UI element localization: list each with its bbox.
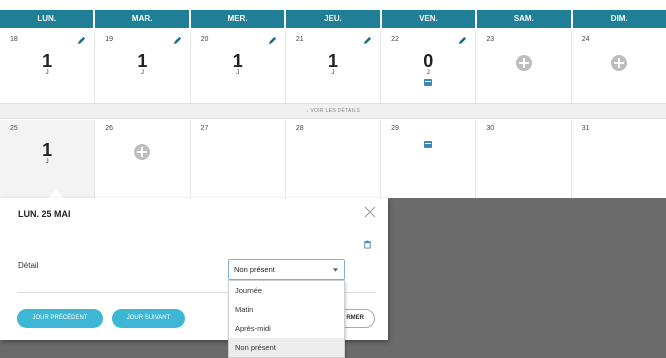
detail-label: Détail [18, 261, 39, 270]
add-icon[interactable] [515, 55, 532, 71]
pencil-icon[interactable] [458, 36, 467, 45]
day-value: 1 [42, 140, 53, 160]
week-row-1: 18 1 J 19 1 J 20 1 J 21 1 J 22 0 J 23 24 [0, 31, 666, 103]
option-journee[interactable]: Journée [229, 281, 344, 300]
day-cell-29[interactable]: 29 [381, 120, 477, 198]
day-value: 1 [137, 51, 148, 71]
modal-overlay [388, 198, 666, 358]
weekday-tue: MAR. [95, 10, 189, 28]
day-unit: J [331, 70, 335, 76]
day-number: 24 [581, 36, 590, 43]
weekday-sun: DIM. [572, 10, 666, 28]
presence-dropdown: Journée Matin Après-midi Non présent [228, 280, 345, 358]
day-number: 18 [10, 36, 18, 43]
day-unit: J [426, 70, 430, 76]
day-cell-27[interactable]: 27 [191, 120, 286, 198]
option-apres-midi[interactable]: Après-midi [229, 319, 344, 338]
day-unit: J [45, 70, 49, 76]
week-row-2: 25 1 J 26 27 28 29 30 31 [0, 120, 666, 198]
day-number: 21 [295, 36, 304, 43]
calendar-icon [424, 79, 433, 86]
day-value: 1 [232, 51, 243, 71]
option-non-present[interactable]: Non présent [229, 338, 344, 357]
weekday-wed: MER. [190, 10, 285, 28]
option-matin[interactable]: Matin [229, 300, 344, 319]
select-value: Non présent [234, 265, 275, 274]
day-number: 27 [200, 125, 209, 132]
day-number: 23 [486, 36, 495, 43]
pencil-icon[interactable] [363, 36, 372, 45]
chevron-down-icon [333, 268, 338, 272]
add-icon[interactable] [134, 144, 151, 160]
day-number: 25 [10, 125, 18, 132]
day-unit: J [45, 159, 49, 165]
day-number: 29 [391, 125, 399, 132]
day-cell-28[interactable]: 28 [286, 120, 382, 198]
popup-caret [48, 190, 64, 198]
day-value: 1 [42, 51, 53, 71]
day-number: 30 [486, 125, 495, 132]
pencil-icon[interactable] [77, 36, 86, 45]
day-value: 1 [327, 51, 338, 71]
day-number: 19 [105, 36, 114, 43]
day-unit: J [140, 70, 144, 76]
calendar-icon [424, 141, 433, 148]
previous-day-button[interactable]: JOUR PRÉCÉDENT [17, 309, 103, 328]
weekday-fri: VEN. [381, 10, 476, 28]
day-cell-22[interactable]: 22 0 J [381, 31, 477, 103]
add-icon[interactable] [610, 55, 627, 71]
weekday-header: LUN. MAR. MER. JEU. VEN. SAM. DIM. [0, 10, 666, 28]
day-cell-30[interactable]: 30 [476, 120, 572, 198]
day-cell-26[interactable]: 26 [95, 120, 191, 198]
day-number: 31 [581, 125, 590, 132]
day-cell-19[interactable]: 19 1 J [95, 31, 191, 103]
pencil-icon[interactable] [173, 36, 182, 45]
day-cell-18[interactable]: 18 1 J [0, 31, 96, 103]
details-link[interactable]: VOIR LES DÉTAILS [310, 108, 360, 114]
close-icon[interactable] [364, 206, 376, 218]
day-value: 0 [423, 51, 434, 71]
popup-title: LUN. 25 MAI [18, 209, 71, 219]
day-number: 22 [391, 36, 399, 43]
day-cell-23[interactable]: 23 [476, 31, 572, 103]
details-bar[interactable]: ↓ VOIR LES DÉTAILS [0, 103, 666, 119]
weekday-sat: SAM. [477, 10, 571, 28]
weekday-thu: JEU. [286, 10, 380, 28]
day-cell-31[interactable]: 31 [572, 120, 666, 198]
day-number: 20 [200, 36, 209, 43]
day-cell-24[interactable]: 24 [572, 31, 666, 103]
day-unit: J [236, 70, 240, 76]
day-cell-25[interactable]: 25 1 J [0, 120, 96, 198]
weekday-mon: LUN. [0, 10, 94, 28]
day-cell-20[interactable]: 20 1 J [191, 31, 286, 103]
day-number: 26 [105, 125, 114, 132]
day-number: 28 [295, 125, 304, 132]
calendar-screen: LUN. MAR. MER. JEU. VEN. SAM. DIM. 18 1 … [0, 0, 666, 358]
trash-icon[interactable] [363, 240, 372, 249]
day-cell-21[interactable]: 21 1 J [286, 31, 382, 103]
presence-select[interactable]: Non présent [228, 259, 345, 280]
pencil-icon[interactable] [268, 36, 277, 45]
next-day-button[interactable]: JOUR SUIVANT [112, 309, 185, 328]
